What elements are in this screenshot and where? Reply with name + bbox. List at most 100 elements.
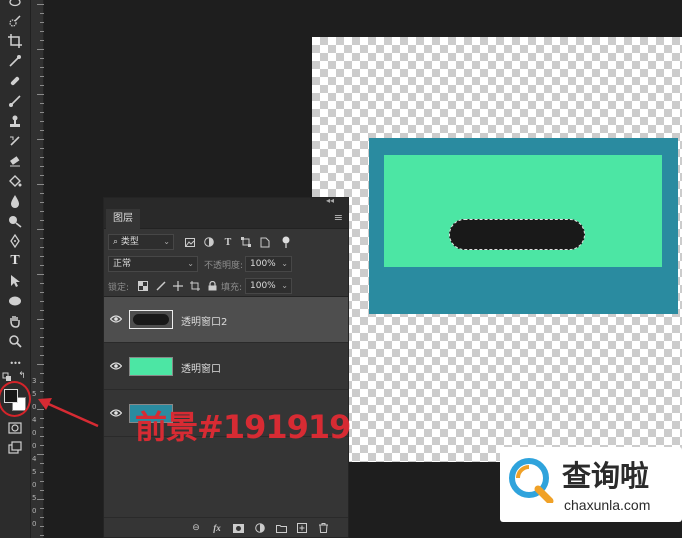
ruler-number: 4 [32,455,37,463]
ruler-tick [37,94,44,95]
ellipse-icon[interactable] [4,292,26,310]
mask-icon[interactable] [232,522,244,534]
layer-name[interactable]: 透明窗口2 [181,313,227,328]
ruler-tick [40,193,44,194]
ruler-tick [40,166,44,167]
trash-icon[interactable] [317,522,329,534]
lock-row: 锁定: 填充: 100% ⌄ [104,275,348,297]
ruler-tick [37,499,44,500]
ruler-number: 0 [32,520,37,528]
ruler-number: 0 [32,481,37,489]
fill-input[interactable]: 100% ⌄ [245,278,292,294]
watermark-en-text: chaxunla.com [564,497,651,513]
lock-label: 锁定: [108,283,130,293]
adjustment-icon[interactable] [254,522,266,534]
ruler-tick [40,436,44,437]
layer-thumbnail [129,310,173,329]
hand-icon[interactable] [4,312,26,330]
ruler-tick [40,328,44,329]
ruler-tick [37,49,44,50]
ruler-tick [40,247,44,248]
layers-panel: ◂◂ 图层 ≡ ⌕ 类型 ⌄ T 正常 ⌄ 不透明度: 100% ⌄ 锁定: 填… [103,196,349,538]
chevron-down-icon: ⌄ [281,259,288,268]
panel-tabbar: 图层 ≡ [104,207,348,229]
tab-layers[interactable]: 图层 [106,209,140,229]
selected-pill-shape[interactable] [449,219,585,250]
pen-icon[interactable] [4,232,26,250]
layer-thumbnail [129,357,173,376]
filter-adjustment-icon[interactable] [203,236,215,248]
document-canvas[interactable] [312,37,682,462]
filter-shape-icon[interactable] [240,236,252,248]
filter-type-icon[interactable]: T [222,236,234,248]
panel-menu-icon[interactable]: ≡ [334,211,343,224]
collapse-icon[interactable]: ◂◂ [326,196,334,205]
vertical-ruler: 350400450500 [31,0,44,538]
ruler-tick [40,508,44,509]
ruler-tick [40,382,44,383]
filter-kind-select[interactable]: ⌕ 类型 ⌄ [108,234,174,250]
blur-icon[interactable] [4,192,26,210]
swap-colors-icon[interactable]: ↰ [16,371,28,381]
ruler-tick [37,364,44,365]
ruler-tick [40,337,44,338]
path-select-icon[interactable] [4,272,26,290]
ruler-tick [40,130,44,131]
layer-row[interactable]: 透明窗口 [104,344,348,390]
ruler-tick [40,31,44,32]
ruler-tick [37,229,44,230]
brush-icon[interactable] [4,92,26,110]
photoshop-workspace: T ••• ↰ 350400450500 ◂◂ 图层 ≡ ⌕ 类型 ⌄ T 正常… [0,0,682,538]
screen-mode-icon[interactable] [4,439,26,457]
zoom-icon[interactable] [4,332,26,350]
ruler-tick [40,157,44,158]
link-icon[interactable]: ⊖ [190,522,202,534]
ruler-tick [40,481,44,482]
history-brush-icon[interactable] [4,132,26,150]
ruler-tick [40,463,44,464]
paint-bucket-icon[interactable] [4,172,26,190]
lock-pixels-icon[interactable] [155,280,167,292]
ruler-tick [40,346,44,347]
fx-icon[interactable]: fx [211,522,223,534]
filter-toggle-icon[interactable] [280,236,292,248]
filter-smart-object-icon[interactable] [259,236,271,248]
opacity-label: 不透明度: [204,261,244,271]
clone-stamp-icon[interactable] [4,112,26,130]
lock-artboard-icon[interactable] [189,280,201,292]
eye-icon[interactable] [110,361,122,371]
ruler-tick [37,184,44,185]
filter-pixel-icon[interactable] [184,236,196,248]
eye-icon[interactable] [110,314,122,324]
type-icon[interactable]: T [4,252,26,270]
lock-transparent-icon[interactable] [137,280,149,292]
ruler-number: 0 [32,442,37,450]
lock-position-icon[interactable] [172,280,184,292]
layer-name[interactable]: 透明窗口 [181,360,221,375]
ruler-tick [37,454,44,455]
eraser-icon[interactable] [4,152,26,170]
annotation-text: 前景#191919 [135,408,351,446]
chevron-down-icon: ⌄ [163,237,170,246]
layer-row[interactable]: 透明窗口2 [104,297,348,343]
new-layer-icon[interactable] [296,522,308,534]
group-icon[interactable] [275,522,287,534]
quick-mask-icon[interactable] [4,419,26,437]
eyedropper-icon[interactable] [4,52,26,70]
filter-row: ⌕ 类型 ⌄ T [104,231,348,253]
healing-brush-icon[interactable] [4,72,26,90]
crop-icon[interactable] [4,32,26,50]
dodge-icon[interactable] [4,212,26,230]
lock-all-icon[interactable] [206,280,218,292]
ruler-tick [40,67,44,68]
ruler-tick [40,121,44,122]
blend-mode-select[interactable]: 正常 ⌄ [108,256,198,272]
ruler-tick [40,373,44,374]
eye-icon[interactable] [110,408,122,418]
opacity-value: 100% [250,259,276,269]
opacity-input[interactable]: 100% ⌄ [245,256,292,272]
quick-select-icon[interactable] [4,12,26,30]
lasso-icon[interactable] [4,0,26,12]
chevron-down-icon: ⌄ [187,259,194,268]
ruler-tick [37,274,44,275]
